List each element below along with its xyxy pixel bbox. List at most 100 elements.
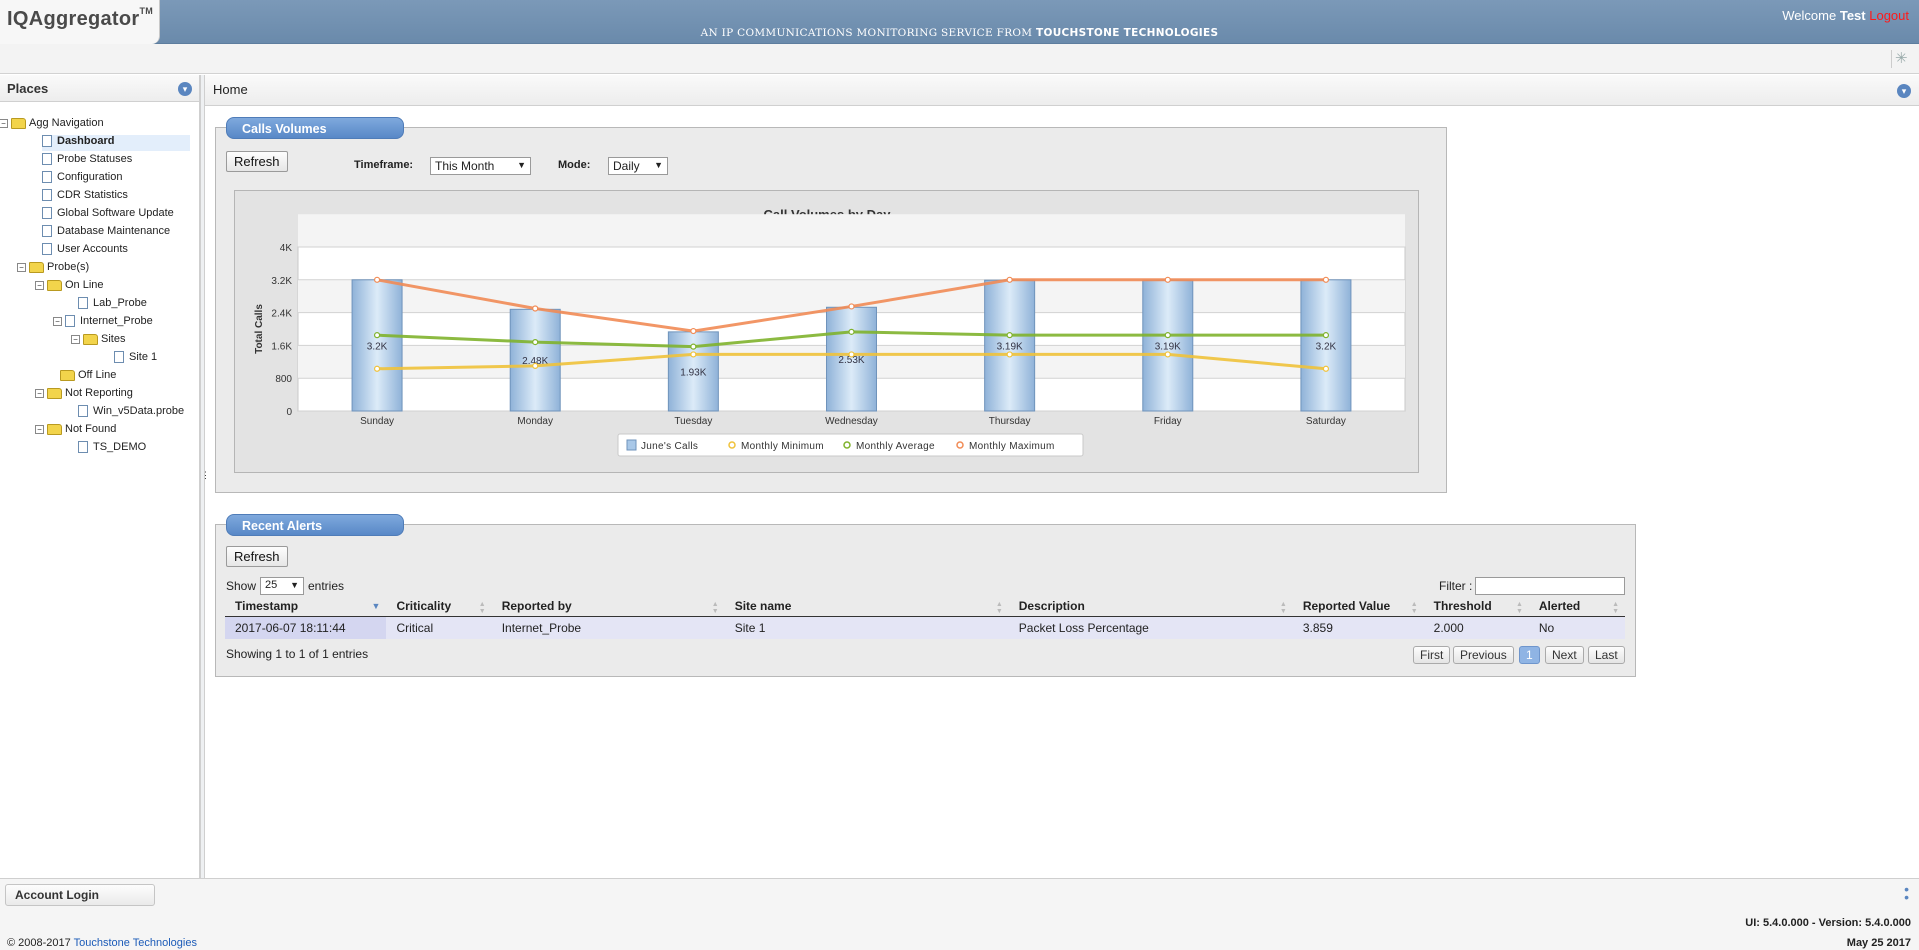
folder-icon: [60, 369, 75, 381]
mode-select[interactable]: Daily ▼: [608, 157, 668, 175]
collapse-sidebar-icon[interactable]: ▾: [178, 82, 192, 96]
column-header-timestamp[interactable]: Timestamp ▼: [225, 597, 387, 617]
alerts-table-header: Timestamp ▼ Criticality ▲ ▼ Reported by ▲ ▼ Site…: [225, 597, 1625, 617]
sidebar-title: Places: [7, 81, 49, 96]
collapse-toggle-icon[interactable]: −: [53, 316, 62, 326]
table-cell: 2017-06-07 18:11:44: [225, 616, 387, 639]
tree-item-configuration[interactable]: Configuration: [42, 171, 122, 187]
tree-item-dashboard[interactable]: Dashboard: [42, 135, 190, 151]
tree-item-agg-navigation[interactable]: − Agg Navigation: [0, 117, 104, 133]
line-point: [1322, 365, 1330, 372]
pager-page-1-button[interactable]: 1: [1519, 646, 1540, 664]
tree-item-probe-statuses[interactable]: Probe Statuses: [42, 153, 132, 169]
x-tick-label: Friday: [1154, 416, 1182, 427]
tree-item-off-line[interactable]: Off Line: [60, 369, 116, 385]
line-point: [1006, 276, 1013, 283]
collapse-toggle-icon[interactable]: −: [35, 424, 44, 434]
sort-icon: ▲ ▼: [711, 601, 719, 615]
splitter-grip-icon[interactable]: ⋮: [201, 470, 210, 481]
pager-last-button[interactable]: Last: [1588, 646, 1625, 664]
filter-input[interactable]: [1475, 577, 1625, 595]
column-header-label: Site name: [734, 599, 792, 614]
tree-item-lab-probe[interactable]: Lab_Probe: [78, 297, 147, 313]
top-toolbar: ✳: [0, 44, 1919, 74]
account-login-button[interactable]: Account Login: [5, 884, 155, 906]
tree-item-label: Probe Statuses: [57, 153, 133, 165]
alerts-refresh-button[interactable]: Refresh: [226, 546, 288, 567]
show-label: Show: [226, 579, 257, 593]
tree-item-probe-s-[interactable]: − Probe(s): [17, 261, 89, 277]
page-size-select[interactable]: 25 ▼: [260, 577, 304, 595]
line-point: [532, 339, 539, 346]
chart-canvas: Call Volumes by Dayfor June08001.6K2.4K3…: [254, 207, 1406, 457]
tree-item-label: Probe(s): [47, 261, 90, 273]
table-row[interactable]: 2017-06-07 18:11:44 Critical Internet_Prob…: [225, 616, 1625, 639]
column-header-description[interactable]: Description ▲ ▼: [1008, 597, 1293, 617]
column-header-criticality[interactable]: Criticality ▲ ▼: [386, 597, 492, 617]
column-header-reported-value[interactable]: Reported Value ▲ ▼: [1292, 597, 1424, 617]
legend-line-icon: [956, 441, 964, 449]
tree-item-database-maintenance[interactable]: Database Maintenance: [42, 225, 170, 241]
legend-line-icon: [728, 441, 736, 449]
tree-item-label: Sites: [101, 333, 126, 345]
more-options-icon[interactable]: • •: [1904, 882, 1909, 904]
calls-refresh-button[interactable]: Refresh: [226, 151, 288, 172]
legend-line-icon: [843, 441, 851, 449]
line-point: [1322, 332, 1330, 339]
tree-item-label: Dashboard: [57, 135, 115, 147]
document-icon: [78, 297, 88, 310]
tree-item-internet-probe[interactable]: − Internet_Probe: [53, 315, 153, 331]
tree-item-label: Off Line: [78, 369, 117, 381]
tree-item-not-found[interactable]: − Not Found: [35, 423, 116, 439]
tree-item-site-1[interactable]: Site 1: [114, 351, 157, 367]
collapse-toggle-icon[interactable]: −: [35, 280, 44, 290]
collapse-toggle-icon[interactable]: −: [17, 262, 26, 272]
collapse-toggle-icon[interactable]: −: [35, 388, 44, 398]
column-header-threshold[interactable]: Threshold ▲ ▼: [1423, 597, 1529, 617]
sort-icon: ▲ ▼: [1515, 601, 1523, 615]
collapse-main-icon[interactable]: ▾: [1897, 84, 1911, 98]
tree-item-label: Site 1: [129, 351, 158, 363]
column-header-label: Reported Value: [1302, 599, 1391, 614]
sort-desc-icon: ▼: [371, 601, 381, 611]
dropdown-arrow-icon: ▼: [654, 160, 663, 170]
tree-item-win-v5data-probe[interactable]: Win_v5Data.probe: [78, 405, 184, 421]
line-point: [848, 303, 855, 310]
sort-icon: ▲ ▼: [1279, 601, 1287, 615]
x-tick-label: Sunday: [360, 416, 394, 427]
tree-item-user-accounts[interactable]: User Accounts: [42, 243, 128, 259]
copyright: © 2008-2017 Touchstone Technologies: [7, 937, 197, 949]
document-icon: [42, 243, 52, 256]
timeframe-select[interactable]: This Month ▼: [430, 157, 531, 175]
page-title: Home: [213, 82, 248, 97]
pager-next-button[interactable]: Next: [1545, 646, 1584, 664]
pager-first-button[interactable]: First: [1413, 646, 1451, 664]
column-header-reported-by[interactable]: Reported by ▲ ▼: [491, 597, 725, 617]
tree-item-sites[interactable]: − Sites: [71, 333, 125, 349]
bar-data-label: 3.19K: [997, 342, 1023, 353]
column-header-label: Alerted: [1538, 599, 1581, 614]
folder-icon: [11, 117, 26, 129]
sort-icon: ▲ ▼: [1612, 601, 1619, 615]
logout-link[interactable]: Logout: [1869, 8, 1909, 23]
collapse-toggle-icon[interactable]: −: [71, 334, 80, 344]
column-header-site-name[interactable]: Site name ▲ ▼: [724, 597, 1009, 617]
filter-label: Filter :: [1439, 579, 1473, 593]
x-tick-label: Tuesday: [674, 416, 712, 427]
welcome-text: Welcome Test Logout: [1782, 8, 1909, 23]
tree-item-ts-demo[interactable]: TS_DEMO: [78, 441, 146, 457]
sidebar-splitter[interactable]: ⋮: [200, 75, 210, 878]
line-point: [848, 328, 855, 335]
tree-item-cdr-statistics[interactable]: CDR Statistics: [42, 189, 128, 205]
pager-previous-button[interactable]: Previous: [1453, 646, 1514, 664]
tree-item-label: User Accounts: [57, 243, 128, 255]
tree-item-label: Internet_Probe: [80, 315, 153, 327]
bar-data-label: 3.2K: [1316, 341, 1337, 352]
tree-item-not-reporting[interactable]: − Not Reporting: [35, 387, 133, 403]
tree-item-global-software-update[interactable]: Global Software Update: [42, 207, 174, 223]
company-link[interactable]: Touchstone Technologies: [74, 937, 197, 949]
column-header-alerted[interactable]: Alerted ▲ ▼: [1528, 597, 1625, 617]
sort-icon: ▲ ▼: [1410, 601, 1418, 615]
collapse-toggle-icon[interactable]: −: [0, 118, 8, 128]
tree-item-on-line[interactable]: − On Line: [35, 279, 104, 295]
